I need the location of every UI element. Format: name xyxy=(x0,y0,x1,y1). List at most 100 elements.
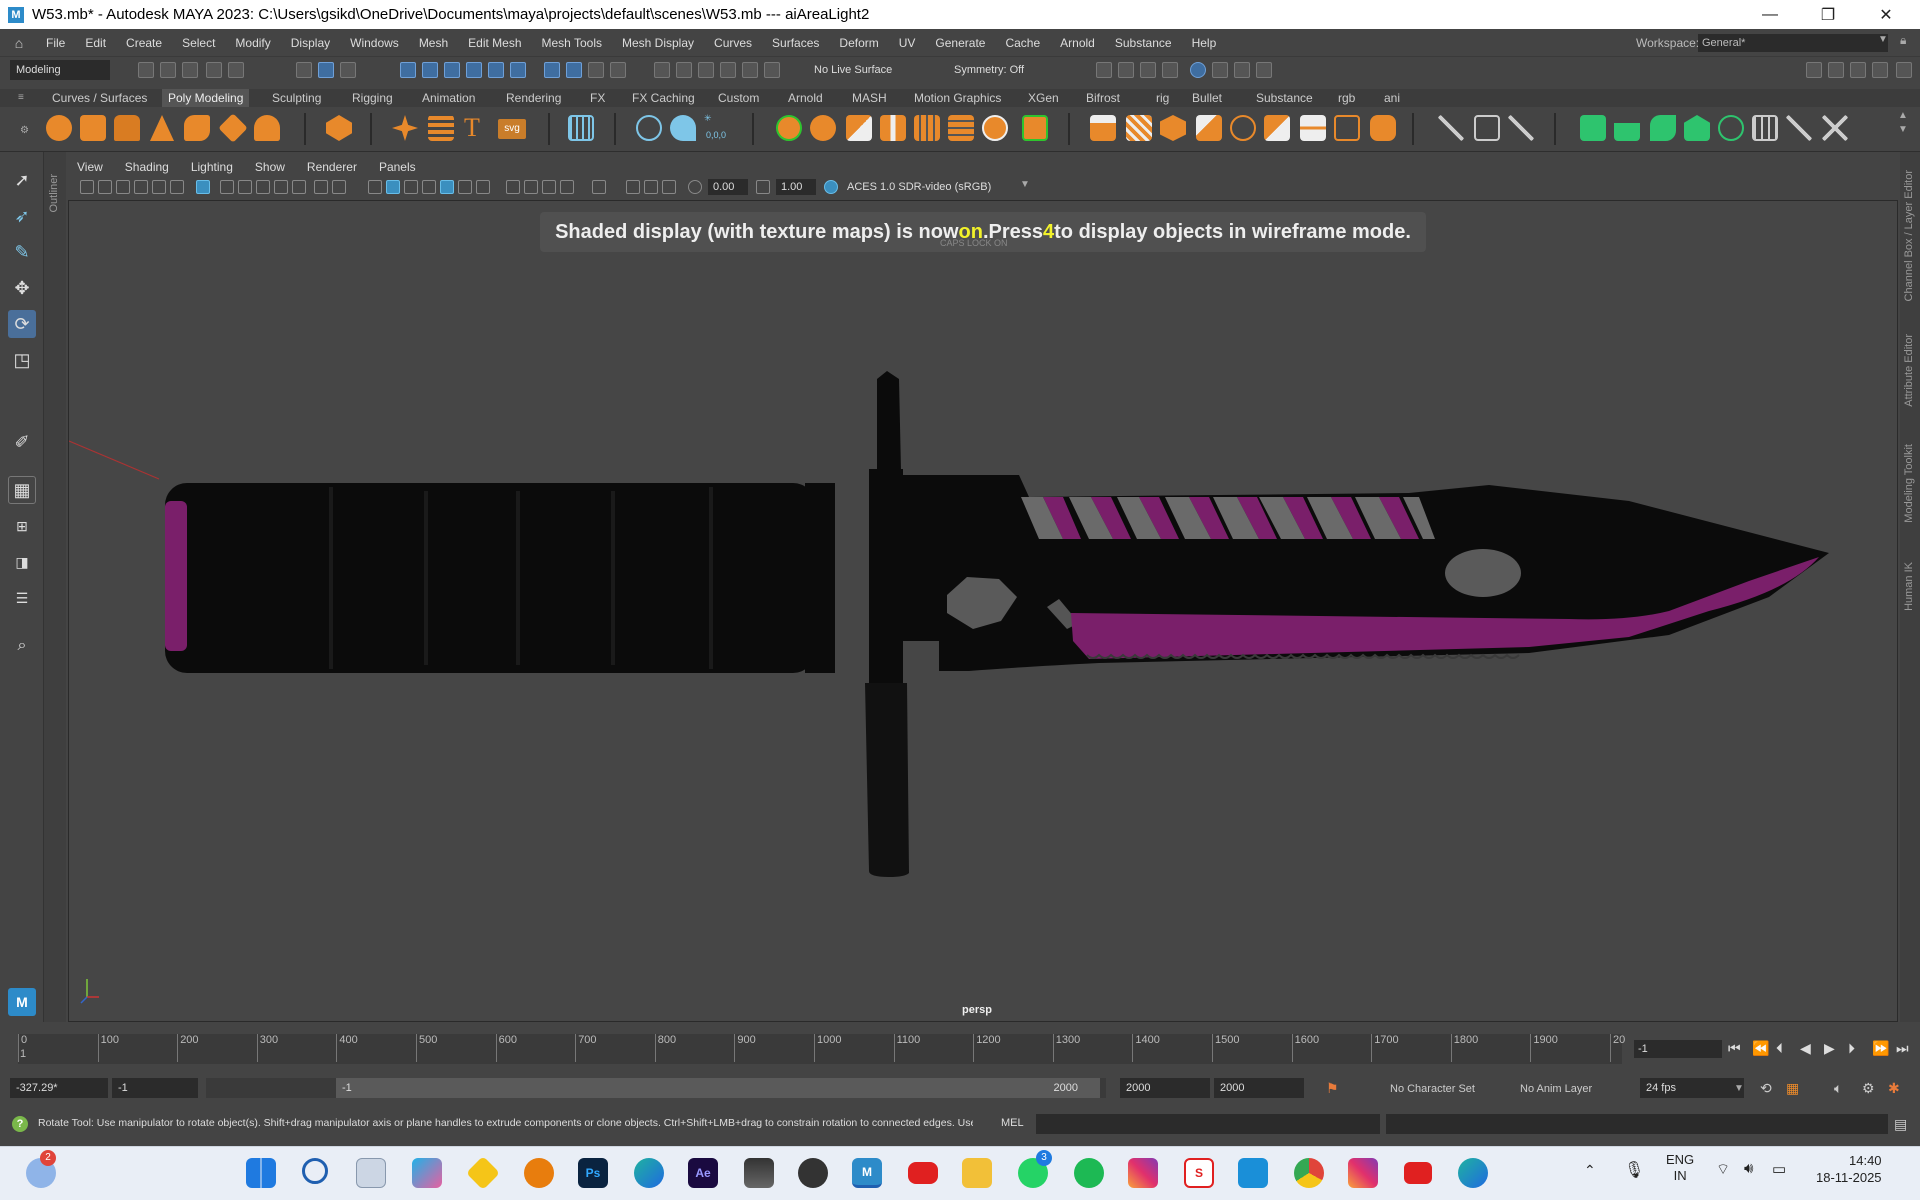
rotate-tool-icon[interactable]: ⟳ xyxy=(8,310,36,338)
modeling-toolkit-tab[interactable]: Modeling Toolkit xyxy=(1903,444,1915,523)
menu-arnold[interactable]: Arnold xyxy=(1050,36,1105,50)
menu-edit-mesh[interactable]: Edit Mesh xyxy=(458,36,531,50)
xray-joints-icon[interactable] xyxy=(644,180,658,194)
last-tool-icon[interactable]: ✐ xyxy=(8,428,36,456)
safe-title-icon[interactable] xyxy=(332,180,346,194)
chevron-down-icon[interactable]: ▼ xyxy=(1734,1083,1744,1094)
outliner-layout-icon[interactable]: ☰ xyxy=(8,584,36,612)
open-scene-icon[interactable] xyxy=(160,62,176,78)
uv-editor-icon[interactable] xyxy=(1580,115,1606,141)
snap-view-icon[interactable] xyxy=(466,62,482,78)
xray-components-icon[interactable] xyxy=(662,180,676,194)
svg-tool-icon[interactable]: svg xyxy=(498,119,526,139)
default-material-icon[interactable] xyxy=(404,180,418,194)
maximize-button[interactable]: ❐ xyxy=(1800,0,1856,29)
menu-edit[interactable]: Edit xyxy=(75,36,116,50)
smooth-icon[interactable] xyxy=(846,115,872,141)
mute-icon[interactable]: 🔈︎ xyxy=(1834,1080,1842,1097)
scale-tool-icon[interactable]: ◳ xyxy=(8,346,36,374)
menu-file[interactable]: File xyxy=(36,36,75,50)
panel-menu-renderer[interactable]: Renderer xyxy=(296,160,368,174)
menu-modify[interactable]: Modify xyxy=(225,36,280,50)
measure-icon[interactable] xyxy=(636,115,662,141)
planar-map-icon[interactable] xyxy=(1614,115,1640,141)
wedge-icon[interactable] xyxy=(1264,115,1290,141)
exposure-icon[interactable] xyxy=(688,180,702,194)
sweep-mesh-icon[interactable] xyxy=(428,115,454,141)
lock-icon[interactable]: 🔒︎ xyxy=(1900,33,1906,48)
film-gate-icon[interactable] xyxy=(238,180,252,194)
gamma-icon[interactable] xyxy=(756,180,770,194)
photoshop-icon[interactable]: Ps xyxy=(578,1158,608,1188)
bridge-icon[interactable] xyxy=(1126,115,1152,141)
grease-pencil-icon[interactable] xyxy=(196,180,210,194)
command-line-input[interactable] xyxy=(1036,1114,1380,1134)
copilot-icon[interactable] xyxy=(412,1158,442,1188)
anim-end-field[interactable]: 2000 xyxy=(1214,1078,1304,1098)
render-settings-icon[interactable] xyxy=(1162,62,1178,78)
wireframe-icon[interactable] xyxy=(368,180,382,194)
menu-curves[interactable]: Curves xyxy=(704,36,762,50)
language-indicator[interactable]: ENG IN xyxy=(1666,1152,1694,1184)
retopologize-icon[interactable] xyxy=(982,115,1008,141)
camera-attributes-icon[interactable] xyxy=(116,180,130,194)
quad-draw-icon[interactable] xyxy=(1508,115,1534,141)
cut-sew-icon[interactable] xyxy=(1718,115,1744,141)
menu-generate[interactable]: Generate xyxy=(925,36,995,50)
light-editor-icon[interactable] xyxy=(1234,62,1250,78)
auto-unwrap-icon[interactable] xyxy=(1684,115,1710,141)
magnet-icon[interactable] xyxy=(676,62,692,78)
super-shape-icon[interactable] xyxy=(392,115,418,141)
tab-fx[interactable]: FX xyxy=(584,89,611,107)
tab-rendering[interactable]: Rendering xyxy=(500,89,567,107)
fps-select[interactable]: 24 fps xyxy=(1640,1078,1744,1098)
tab-bifrost[interactable]: Bifrost xyxy=(1080,89,1126,107)
resolution-gate-icon[interactable] xyxy=(256,180,270,194)
step-forward-key-icon[interactable]: ⏩ xyxy=(1872,1040,1889,1057)
tab-xgen[interactable]: XGen xyxy=(1022,89,1065,107)
select-object-icon[interactable] xyxy=(318,62,334,78)
menu-mesh-tools[interactable]: Mesh Tools xyxy=(532,36,612,50)
tab-rgb[interactable]: rgb xyxy=(1332,89,1361,107)
windows-start-icon[interactable] xyxy=(246,1158,276,1188)
world-origin-icon[interactable]: ✳ xyxy=(704,113,732,129)
cylindrical-map-icon[interactable] xyxy=(1650,115,1676,141)
chevron-down-icon[interactable]: ▼ xyxy=(1878,34,1888,45)
snap-together-icon[interactable] xyxy=(544,62,560,78)
symmetry-select[interactable]: Symmetry: Off xyxy=(948,60,1048,80)
home-icon[interactable]: ⌂ xyxy=(8,32,30,54)
clock[interactable]: 14:40 18-11-2025 xyxy=(1816,1152,1882,1186)
textured-icon[interactable] xyxy=(440,180,454,194)
menu-display[interactable]: Display xyxy=(281,36,340,50)
tab-substance[interactable]: Substance xyxy=(1250,89,1319,107)
insert-edge-loop-icon[interactable] xyxy=(1334,115,1360,141)
transform-uv-icon[interactable] xyxy=(1786,115,1812,141)
lock-camera-icon[interactable] xyxy=(98,180,112,194)
grid-icon[interactable] xyxy=(220,180,234,194)
channel-box-icon[interactable] xyxy=(1896,62,1912,78)
screen-space-ao-icon[interactable] xyxy=(506,180,520,194)
poly-cube-icon[interactable] xyxy=(80,115,106,141)
separate-icon[interactable] xyxy=(810,115,836,141)
snap-surface-icon[interactable] xyxy=(488,62,504,78)
current-frame-field[interactable]: -1 xyxy=(1634,1040,1722,1058)
undo-icon[interactable] xyxy=(206,62,222,78)
exposure-field[interactable]: 0.00 xyxy=(708,179,748,195)
playback-end-field[interactable]: 2000 xyxy=(1120,1078,1210,1098)
menu-uv[interactable]: UV xyxy=(889,36,926,50)
range-slider-handle[interactable]: -1 2000 xyxy=(336,1078,1100,1098)
loop-icon[interactable]: ⟲ xyxy=(1760,1080,1772,1097)
field-chart-icon[interactable] xyxy=(292,180,306,194)
connect-icon[interactable] xyxy=(1474,115,1500,141)
tab-animation[interactable]: Animation xyxy=(416,89,481,107)
select-camera-icon[interactable] xyxy=(80,180,94,194)
single-perspective-layout-icon[interactable]: ▦ xyxy=(8,476,36,504)
panel-menu-panels[interactable]: Panels xyxy=(368,160,427,174)
snap-point-icon[interactable] xyxy=(444,62,460,78)
blender-icon[interactable] xyxy=(524,1158,554,1188)
poly-cylinder-icon[interactable] xyxy=(114,115,140,141)
play-forward-icon[interactable]: ▶ xyxy=(1824,1040,1835,1057)
menu-deform[interactable]: Deform xyxy=(829,36,888,50)
safe-action-icon[interactable] xyxy=(314,180,328,194)
depth-of-field-icon[interactable] xyxy=(560,180,574,194)
